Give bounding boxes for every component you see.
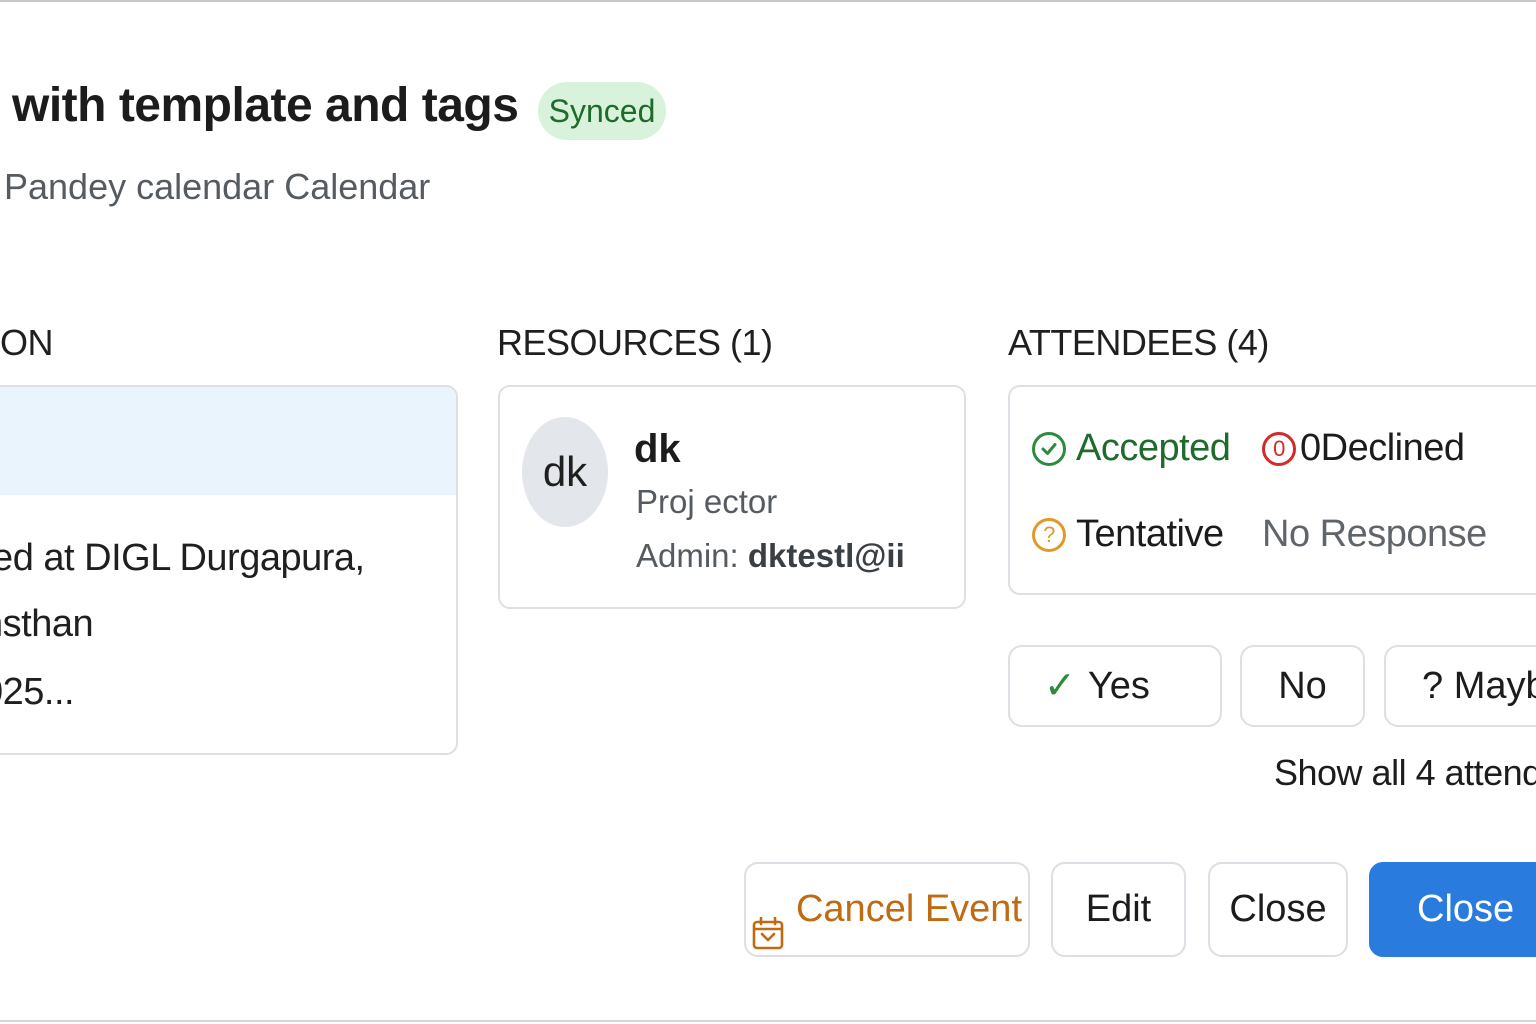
sync-status-badge: Synced <box>538 82 666 140</box>
edit-button[interactable]: Edit <box>1051 862 1186 957</box>
resource-avatar: dk <box>522 417 608 527</box>
declined-label: 0Declined <box>1300 427 1465 469</box>
resource-admin: Admin: dktestl@ii <box>636 537 905 575</box>
zero-circle-icon: 0 <box>1262 431 1296 466</box>
rsvp-yes-label: Yes <box>1087 665 1150 707</box>
location-map-preview[interactable] <box>0 387 456 495</box>
resource-name: dk <box>634 427 681 471</box>
resource-admin-email[interactable]: dktestl@ii <box>748 537 905 574</box>
cancel-event-button[interactable]: Cancel Event <box>744 862 1030 957</box>
resources-heading: RESOURCES (1) <box>497 322 773 363</box>
location-card[interactable]: ted at DIGL Durgapura, nsthan 025... <box>0 385 458 755</box>
location-address-line-3: 025... <box>0 671 75 713</box>
close-button[interactable]: Close <box>1208 862 1348 957</box>
location-address-line-2: nsthan <box>0 603 94 645</box>
event-title: with template and tags <box>12 79 519 132</box>
checkmark-icon: ✓ <box>1044 665 1076 707</box>
check-circle-icon <box>1032 431 1066 466</box>
attendees-heading: ATTENDEES (4) <box>1008 322 1269 363</box>
question-circle-icon: ? <box>1032 517 1066 552</box>
tentative-label: Tentative <box>1076 513 1224 555</box>
cancel-event-label: Cancel Event <box>795 888 1022 930</box>
location-address-line-1: ted at DIGL Durgapura, <box>0 537 365 579</box>
edit-label: Edit <box>1085 888 1152 930</box>
declined-status: 0 0Declined <box>1262 427 1465 470</box>
rsvp-maybe-button[interactable]: ? Mayb <box>1384 645 1536 727</box>
calendar-cancel-icon <box>752 894 784 949</box>
top-divider <box>0 0 1536 2</box>
rsvp-yes-button[interactable]: ✓ Yes <box>1008 645 1222 727</box>
accepted-label: Accepted <box>1076 427 1231 469</box>
event-details-dialog: with template and tags Synced Pandey cal… <box>0 0 1536 1024</box>
accepted-status: Accepted <box>1032 427 1231 470</box>
bottom-divider <box>0 1020 1536 1022</box>
rsvp-no-label: No <box>1278 665 1327 707</box>
location-heading: ON <box>0 322 54 363</box>
calendar-name: Pandey calendar Calendar <box>4 166 431 207</box>
rsvp-maybe-label: ? Mayb <box>1422 665 1536 707</box>
attendees-summary-card: Accepted 0 0Declined ? Tentative No Resp… <box>1008 385 1536 595</box>
show-all-attendees-link[interactable]: Show all 4 attendee <box>1274 752 1536 794</box>
no-response-label: No Response <box>1262 513 1487 555</box>
resource-type: Proj ector <box>636 483 778 520</box>
rsvp-no-button[interactable]: No <box>1240 645 1365 727</box>
close-label: Close <box>1229 888 1327 930</box>
tentative-status: ? Tentative <box>1032 513 1224 556</box>
resource-admin-label: Admin: <box>636 537 739 574</box>
primary-close-button[interactable]: Close <box>1369 862 1536 957</box>
no-response-status: No Response <box>1262 513 1487 556</box>
resource-card[interactable]: dk dk Proj ector Admin: dktestl@ii <box>498 385 966 609</box>
primary-close-label: Close <box>1417 888 1515 930</box>
